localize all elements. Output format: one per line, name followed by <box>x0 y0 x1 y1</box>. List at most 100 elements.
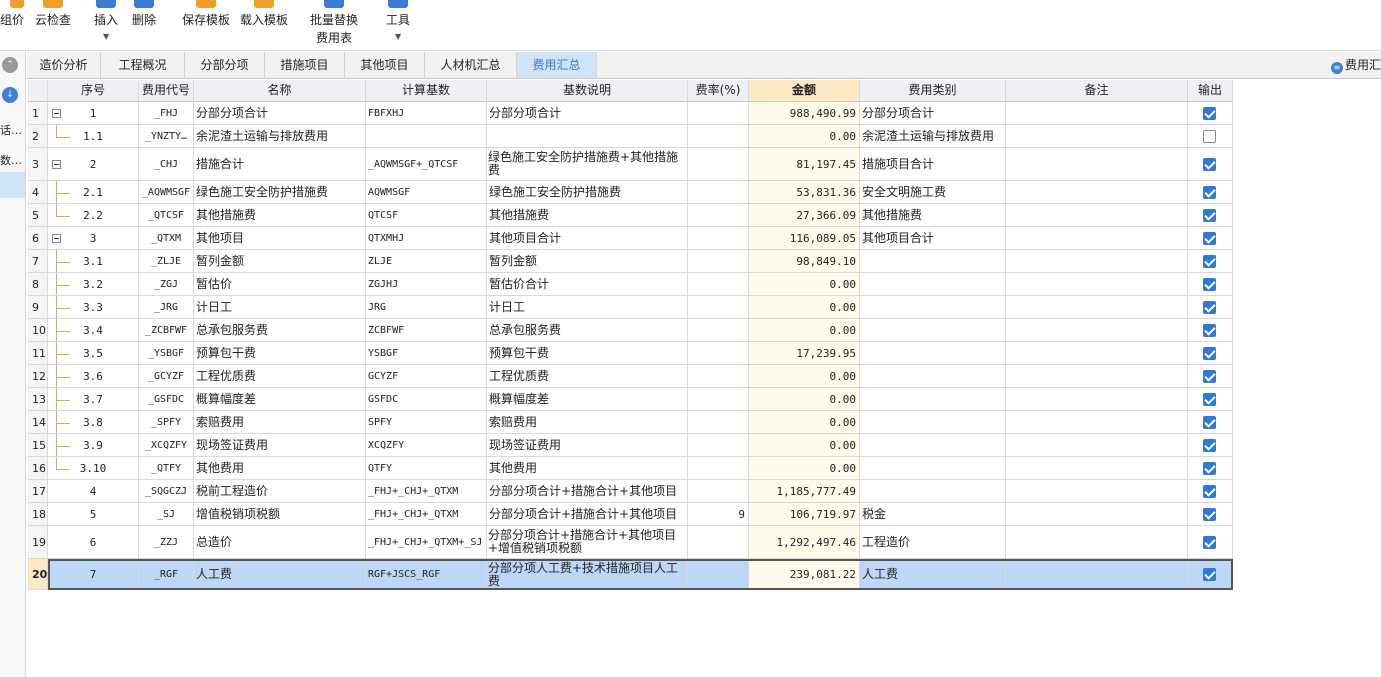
fee-code-cell[interactable]: _YSBGF <box>139 342 194 365</box>
basis-desc-cell[interactable]: 分部分项合计 <box>487 102 688 125</box>
fee-code-cell[interactable]: _XCQZFY <box>139 434 194 457</box>
fee-category-cell[interactable]: 其他措施费 <box>860 204 1006 227</box>
name-cell[interactable]: 人工费 <box>194 559 366 590</box>
name-cell[interactable]: 绿色施工安全防护措施费 <box>194 181 366 204</box>
basis-desc-cell[interactable]: 现场签证费用 <box>487 434 688 457</box>
amount-cell[interactable]: 0.00 <box>749 434 860 457</box>
insert-button[interactable]: 插入 ▼ <box>88 0 124 50</box>
fee-code-cell[interactable]: _ZGJ <box>139 273 194 296</box>
fee-code-cell[interactable]: _ZZJ <box>139 526 194 559</box>
seq-cell[interactable]: 3.6 <box>48 365 139 388</box>
amount-cell[interactable]: 1,185,777.49 <box>749 480 860 503</box>
output-checkbox[interactable] <box>1203 209 1216 222</box>
name-cell[interactable]: 总承包服务费 <box>194 319 366 342</box>
fee-code-cell[interactable]: _QTFY <box>139 457 194 480</box>
note-cell[interactable] <box>1006 411 1188 434</box>
output-checkbox[interactable] <box>1203 158 1216 171</box>
output-cell[interactable] <box>1188 480 1233 503</box>
column-header-calc-basis[interactable]: 计算基数 <box>366 80 487 102</box>
output-checkbox[interactable] <box>1203 439 1216 452</box>
output-cell[interactable] <box>1188 227 1233 250</box>
output-checkbox[interactable] <box>1203 278 1216 291</box>
output-checkbox[interactable] <box>1203 393 1216 406</box>
calc-basis-cell[interactable]: ZLJE <box>366 250 487 273</box>
fee-category-cell[interactable] <box>860 388 1006 411</box>
note-cell[interactable] <box>1006 503 1188 526</box>
column-header-output[interactable]: 输出 <box>1188 80 1233 102</box>
basis-desc-cell[interactable] <box>487 125 688 148</box>
basis-desc-cell[interactable]: 绿色施工安全防护措施费+其他措施费 <box>487 148 688 181</box>
fee-code-cell[interactable]: _FHJ <box>139 102 194 125</box>
basis-desc-cell[interactable]: 暂估价合计 <box>487 273 688 296</box>
basis-desc-cell[interactable]: 预算包干费 <box>487 342 688 365</box>
column-header-fee-code[interactable]: 费用代号 <box>139 80 194 102</box>
note-cell[interactable] <box>1006 342 1188 365</box>
fee-category-cell[interactable] <box>860 319 1006 342</box>
output-checkbox[interactable] <box>1203 416 1216 429</box>
output-checkbox[interactable] <box>1203 232 1216 245</box>
tab-measures[interactable]: 措施项目 <box>265 52 345 78</box>
note-cell[interactable] <box>1006 559 1188 590</box>
basis-desc-cell[interactable]: 分部分项人工费+技术措施项目人工费 <box>487 559 688 590</box>
rate-cell[interactable] <box>688 526 749 559</box>
fee-category-cell[interactable]: 其他项目合计 <box>860 227 1006 250</box>
output-checkbox[interactable] <box>1203 107 1216 120</box>
seq-cell[interactable]: 3.1 <box>48 250 139 273</box>
collapse-up-icon[interactable]: ⌃ <box>2 57 18 73</box>
fee-code-cell[interactable]: _QTCSF <box>139 204 194 227</box>
fee-category-cell[interactable] <box>860 457 1006 480</box>
load-template-button[interactable]: 载入模板 <box>238 0 290 50</box>
fee-category-cell[interactable]: 工程造价 <box>860 526 1006 559</box>
tab-other-items[interactable]: 其他项目 <box>345 52 425 78</box>
note-cell[interactable] <box>1006 181 1188 204</box>
rate-cell[interactable] <box>688 148 749 181</box>
basis-desc-cell[interactable]: 总承包服务费 <box>487 319 688 342</box>
output-cell[interactable] <box>1188 273 1233 296</box>
sidebar-item-2[interactable]: 数… <box>0 152 22 168</box>
amount-cell[interactable]: 0.00 <box>749 296 860 319</box>
batch-replace-button[interactable]: 批量替换 费用表 <box>306 0 362 50</box>
note-cell[interactable] <box>1006 480 1188 503</box>
sidebar-selected-item[interactable] <box>0 172 25 198</box>
basis-desc-cell[interactable]: 工程优质费 <box>487 365 688 388</box>
output-checkbox[interactable] <box>1203 485 1216 498</box>
basis-desc-cell[interactable]: 其他项目合计 <box>487 227 688 250</box>
seq-cell[interactable]: 3.10 <box>48 457 139 480</box>
fee-code-cell[interactable]: _GSFDC <box>139 388 194 411</box>
output-checkbox[interactable] <box>1203 536 1216 549</box>
output-cell[interactable] <box>1188 434 1233 457</box>
name-cell[interactable]: 现场签证费用 <box>194 434 366 457</box>
fee-category-cell[interactable] <box>860 434 1006 457</box>
name-cell[interactable]: 其他费用 <box>194 457 366 480</box>
calc-basis-cell[interactable]: RGF+JSCS_RGF <box>366 559 487 590</box>
seq-cell[interactable]: 2.1 <box>48 181 139 204</box>
amount-cell[interactable]: 27,366.09 <box>749 204 860 227</box>
name-cell[interactable]: 计日工 <box>194 296 366 319</box>
output-cell[interactable] <box>1188 559 1233 590</box>
calc-basis-cell[interactable]: GSFDC <box>366 388 487 411</box>
amount-cell[interactable]: 0.00 <box>749 273 860 296</box>
fee-code-cell[interactable]: _CHJ <box>139 148 194 181</box>
note-cell[interactable] <box>1006 250 1188 273</box>
tab-cost-analysis[interactable]: 造价分析 <box>27 52 101 78</box>
amount-cell[interactable]: 81,197.45 <box>749 148 860 181</box>
calc-basis-cell[interactable]: QTXMHJ <box>366 227 487 250</box>
seq-cell[interactable]: 3.4 <box>48 319 139 342</box>
rate-cell[interactable]: 9 <box>688 503 749 526</box>
name-cell[interactable]: 预算包干费 <box>194 342 366 365</box>
tab-labor-material-summary[interactable]: 人材机汇总 <box>425 52 517 78</box>
fee-category-cell[interactable]: 余泥渣土运输与排放费用 <box>860 125 1006 148</box>
rate-cell[interactable] <box>688 102 749 125</box>
seq-cell[interactable]: 4 <box>48 480 139 503</box>
fee-category-cell[interactable] <box>860 480 1006 503</box>
seq-cell[interactable]: 2 <box>48 148 139 181</box>
name-cell[interactable]: 总造价 <box>194 526 366 559</box>
rate-cell[interactable] <box>688 250 749 273</box>
output-cell[interactable] <box>1188 125 1233 148</box>
seq-cell[interactable]: 2.2 <box>48 204 139 227</box>
basis-desc-cell[interactable]: 其他措施费 <box>487 204 688 227</box>
name-cell[interactable]: 暂列金额 <box>194 250 366 273</box>
fee-code-cell[interactable]: _AQWMSGF <box>139 181 194 204</box>
amount-cell[interactable]: 0.00 <box>749 125 860 148</box>
output-cell[interactable] <box>1188 365 1233 388</box>
